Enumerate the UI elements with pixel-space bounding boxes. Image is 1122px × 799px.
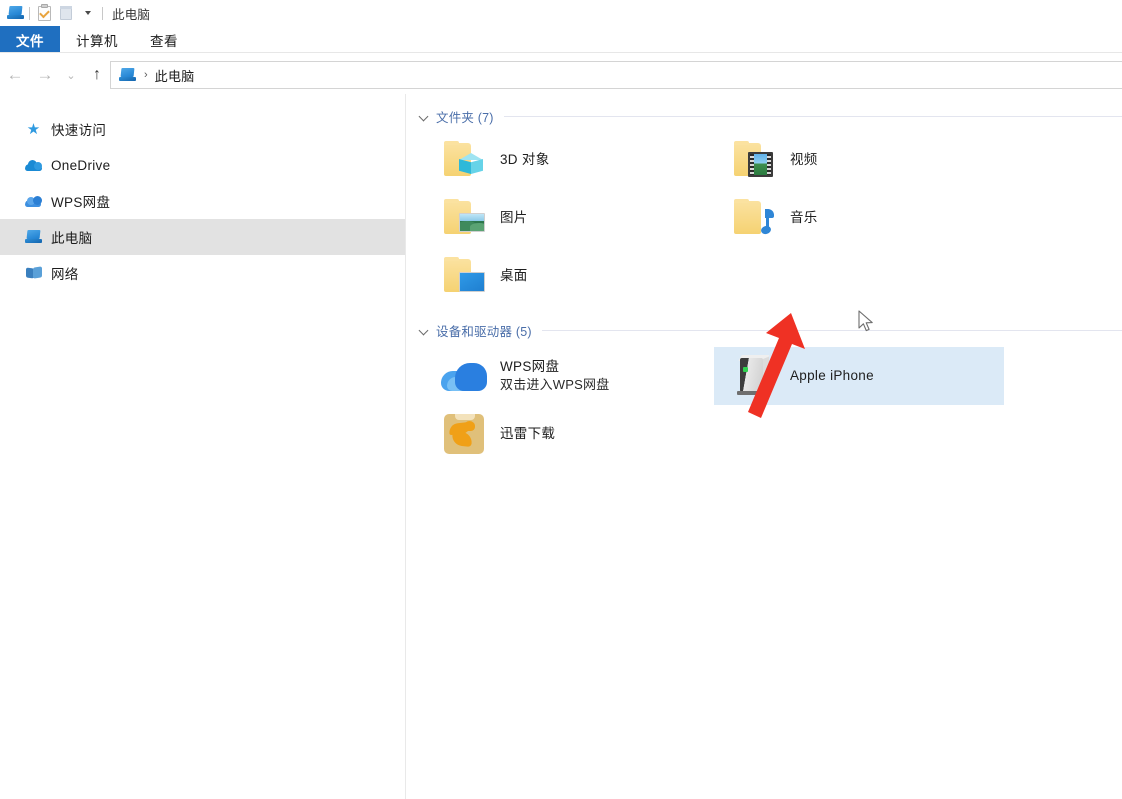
network-icon	[25, 265, 42, 281]
list-item[interactable]: WPS网盘 双击进入WPS网盘	[424, 347, 714, 405]
sidebar-item-label: 快速访问	[51, 123, 107, 138]
window-title: 此电脑	[112, 7, 151, 22]
folder-videos-icon	[728, 136, 780, 184]
group-header-devices[interactable]: 设备和驱动器 (5)	[406, 319, 1122, 341]
group-divider	[541, 329, 1122, 331]
list-item[interactable]: 视频	[714, 131, 1004, 189]
folder-3d-objects-icon	[438, 136, 490, 184]
qat-divider-1	[29, 6, 30, 20]
group-divider	[503, 115, 1122, 117]
sidebar-item-network[interactable]: 网络	[0, 255, 405, 291]
item-label: 桌面	[500, 267, 528, 283]
sidebar-item-label: WPS网盘	[51, 195, 111, 210]
recent-locations-button[interactable]: ⌄	[60, 60, 82, 90]
list-item[interactable]: 图片	[424, 189, 714, 247]
folders-grid: 3D 对象 视频 图片 音乐 桌面	[406, 127, 1122, 305]
sidebar-item-quick-access[interactable]: ★ 快速访问	[0, 111, 405, 147]
breadcrumb[interactable]: › 此电脑	[110, 61, 1122, 89]
properties-icon[interactable]	[33, 3, 55, 23]
breadcrumb-separator[interactable]: ›	[144, 69, 148, 81]
breadcrumb-item-this-pc[interactable]: 此电脑	[155, 66, 195, 85]
new-folder-icon[interactable]	[55, 3, 77, 23]
portable-device-icon	[728, 352, 780, 400]
item-label: WPS网盘	[500, 359, 560, 375]
tab-computer[interactable]: 计算机	[60, 26, 134, 53]
group-header-folders[interactable]: 文件夹 (7)	[406, 105, 1122, 127]
tab-view[interactable]: 查看	[134, 26, 194, 53]
qat-divider-2	[102, 6, 103, 20]
up-button[interactable]: ↑	[82, 60, 112, 90]
sidebar-item-this-pc[interactable]: 此电脑	[0, 219, 405, 255]
item-sublabel: 双击进入WPS网盘	[500, 377, 610, 393]
folder-music-icon	[728, 194, 780, 242]
chevron-down-icon[interactable]	[418, 110, 430, 122]
pc-icon[interactable]	[4, 3, 26, 23]
chevron-down-icon[interactable]	[418, 324, 430, 336]
address-bar: ← → ⌄ ↑ › 此电脑	[0, 57, 1122, 93]
sidebar-item-wps-drive[interactable]: WPS网盘	[0, 183, 405, 219]
item-label: Apple iPhone	[790, 367, 874, 383]
ribbon-tabs: 文件 计算机 查看	[0, 26, 1122, 53]
item-label: 音乐	[790, 209, 818, 225]
wps-drive-icon	[438, 352, 490, 400]
tab-file[interactable]: 文件	[0, 26, 60, 53]
devices-grid: WPS网盘 双击进入WPS网盘 Apple iPhone 迅雷下载	[406, 341, 1122, 463]
onedrive-cloud-icon	[25, 157, 42, 173]
sidebar-item-label: OneDrive	[51, 157, 111, 173]
forward-button[interactable]: →	[30, 60, 60, 90]
navigation-pane: ★ 快速访问 OneDrive WPS网盘 此电脑 网络	[0, 94, 405, 799]
customize-qat-icon[interactable]	[77, 3, 99, 23]
content-pane: 文件夹 (7) 3D 对象 视频 图片 音乐 桌面 设备和驱动器 (5) WPS…	[406, 94, 1122, 799]
item-label: 图片	[500, 209, 528, 225]
group-title: 设备和驱动器 (5)	[436, 324, 532, 339]
sidebar-item-label: 此电脑	[51, 231, 93, 246]
xunlei-download-icon	[438, 410, 490, 458]
list-item[interactable]: Apple iPhone	[714, 347, 1004, 405]
list-item[interactable]: 迅雷下载	[424, 405, 714, 463]
wps-cloud-icon	[25, 193, 42, 209]
folder-desktop-icon	[438, 252, 490, 300]
item-label: 迅雷下载	[500, 425, 556, 441]
ribbon-divider	[0, 52, 1122, 53]
list-item[interactable]: 音乐	[714, 189, 1004, 247]
group-title: 文件夹 (7)	[436, 110, 494, 125]
list-item[interactable]: 桌面	[424, 247, 714, 305]
list-item[interactable]: 3D 对象	[424, 131, 714, 189]
this-pc-icon	[25, 229, 42, 245]
item-label: 3D 对象	[500, 151, 550, 167]
star-icon: ★	[26, 120, 41, 138]
sidebar-item-label: 网络	[51, 267, 79, 282]
item-label: 视频	[790, 151, 818, 167]
folder-pictures-icon	[438, 194, 490, 242]
back-button[interactable]: ←	[0, 60, 30, 90]
title-bar: 此电脑	[0, 0, 1122, 26]
breadcrumb-pc-icon	[119, 67, 138, 83]
sidebar-item-onedrive[interactable]: OneDrive	[0, 147, 405, 183]
